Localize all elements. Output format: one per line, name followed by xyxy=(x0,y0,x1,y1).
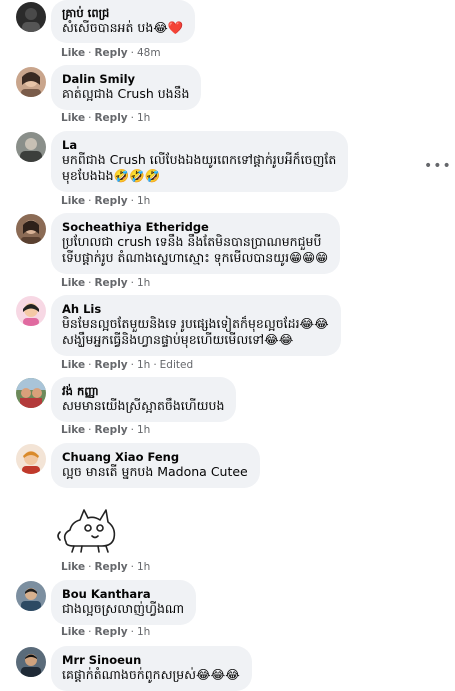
comment-actions: Like · Reply · 48m xyxy=(61,47,161,59)
comment-time[interactable]: 1h xyxy=(137,561,150,573)
like-button[interactable]: Like xyxy=(61,47,85,59)
comment-text: ជាងល្អចស្រលាញ់ហ្វីងណា xyxy=(62,601,185,616)
comment-bubble: Ah Lis មិនមែនល្អចតែមួយនិងទេ រូបផ្សេងទៀតក… xyxy=(51,295,341,356)
more-options-icon[interactable]: ••• xyxy=(424,158,452,174)
comment-text: ល្អច មានតើ ម្នកបង Madona Cutee xyxy=(62,464,248,479)
reply-button[interactable]: Reply xyxy=(94,47,127,59)
like-button[interactable]: Like xyxy=(61,561,85,573)
comment-text-line: មុខបែងឯង🤣🤣🤣 xyxy=(62,168,161,183)
avatar[interactable] xyxy=(16,296,46,326)
comment-text: គាត់ល្អជាង Crush បងនឹង xyxy=(62,86,190,101)
avatar[interactable] xyxy=(16,132,46,162)
comment-bubble: Socheathiya Etheridge ប្រហែលជា crush ទេន… xyxy=(51,213,341,274)
comment-bubble: Bou Kanthara ជាងល្អចស្រលាញ់ហ្វីងណា xyxy=(51,580,197,625)
comment-time[interactable]: 1h xyxy=(137,112,150,124)
comment-author[interactable]: Bou Kanthara xyxy=(62,587,184,601)
like-button[interactable]: Like xyxy=(61,424,85,436)
comment-time[interactable]: 1h xyxy=(137,626,150,638)
comment-time[interactable]: 1h xyxy=(137,424,150,436)
comment-time[interactable]: 1h xyxy=(137,359,150,371)
comment-actions: Like · Reply · 1h xyxy=(61,561,151,573)
like-button[interactable]: Like xyxy=(61,359,85,371)
comment-actions: Like · Reply · 1h xyxy=(61,112,151,124)
comment-text: គេផ្ដាក់តំណាងចក់ពូកសម្រស់😂😂😂 xyxy=(62,667,240,682)
like-button[interactable]: Like xyxy=(61,112,85,124)
reply-button[interactable]: Reply xyxy=(94,112,127,124)
reply-button[interactable]: Reply xyxy=(94,195,127,207)
edited-label[interactable]: Edited xyxy=(160,359,193,371)
avatar[interactable] xyxy=(16,214,46,244)
comment-text-line: មិនមែនល្អចតែមួយនិងទេ រូបផ្សេងទៀតក៏មុខល្អ… xyxy=(62,316,329,331)
comment-text-line: ប្រហែលជា crush ទេនឹង នឹងតែមិនបានប្រាណមកជ… xyxy=(62,234,322,249)
comment-bubble: La មកពីជាង Crush លើបែងឯងយូរពេកទៅផ្ដាក់រូ… xyxy=(51,131,349,192)
comment-author[interactable]: La xyxy=(62,138,336,152)
comment-text: សមមានយើងស្រីស្អាតចឹងហើយបង xyxy=(62,398,225,413)
comment-actions: Like · Reply · 1h xyxy=(61,277,151,289)
avatar[interactable] xyxy=(16,647,46,677)
comment-time[interactable]: 1h xyxy=(137,195,150,207)
avatar[interactable] xyxy=(16,378,46,408)
cat-sticker-icon[interactable] xyxy=(54,496,126,556)
avatar[interactable] xyxy=(16,2,46,32)
comment-author[interactable]: Ah Lis xyxy=(62,302,329,316)
comment-text-line: មកពីជាង Crush លើបែងឯងយូរពេកទៅផ្ដាក់រូបអី… xyxy=(62,152,337,167)
reply-button[interactable]: Reply xyxy=(94,277,127,289)
comment-bubble: Dalin Smily គាត់ល្អជាង Crush បងនឹង xyxy=(51,65,202,110)
comment-author[interactable]: វង់ កញ្ញា xyxy=(62,384,224,398)
comment-time[interactable]: 1h xyxy=(137,277,150,289)
reply-button[interactable]: Reply xyxy=(94,359,127,371)
avatar[interactable] xyxy=(16,444,46,474)
comment-bubble: Mrr Sinoeun គេផ្ដាក់តំណាងចក់ពូកសម្រស់😂😂😂 xyxy=(51,646,252,691)
comment-bubble: គ្រាប់ ពេជ្រ សំសើចបានអត់ បង😂❤️ xyxy=(51,0,196,43)
comment-author[interactable]: Mrr Sinoeun xyxy=(62,653,240,667)
comment-actions: Like · Reply · 1h · Edited xyxy=(61,359,194,371)
avatar[interactable] xyxy=(16,67,46,97)
like-button[interactable]: Like xyxy=(61,195,85,207)
comment-text-line: ទើបផ្ដាក់រូប តំណាងស្នេហាស្មោះ ទុកមើលបានយ… xyxy=(62,250,329,265)
comment-actions: Like · Reply · 1h xyxy=(61,626,151,638)
comment-time[interactable]: 48m xyxy=(137,47,161,59)
like-button[interactable]: Like xyxy=(61,277,85,289)
comment-actions: Like · Reply · 1h xyxy=(61,195,151,207)
comment-bubble: Chuang Xiao Feng ល្អច មានតើ ម្នកបង Madon… xyxy=(51,443,260,488)
like-button[interactable]: Like xyxy=(61,626,85,638)
reply-button[interactable]: Reply xyxy=(94,424,127,436)
reply-button[interactable]: Reply xyxy=(94,561,127,573)
comment-author[interactable]: Socheathiya Etheridge xyxy=(62,220,328,234)
comment-text-line: សង្ឃឹមអ្នកធ្វើនិងហ្វានផ្ទាប់មុខហើយមើលទៅ😂… xyxy=(62,332,294,347)
comment-author[interactable]: Dalin Smily xyxy=(62,72,189,86)
comment-actions: Like · Reply · 1h xyxy=(61,424,151,436)
comment-author[interactable]: គ្រាប់ ពេជ្រ xyxy=(62,6,183,20)
reply-button[interactable]: Reply xyxy=(94,626,127,638)
comment-bubble: វង់ កញ្ញា សមមានយើងស្រីស្អាតចឹងហើយបង xyxy=(51,377,237,422)
comment-author[interactable]: Chuang Xiao Feng xyxy=(62,450,248,464)
comment-text: សំសើចបានអត់ បង😂❤️ xyxy=(62,20,184,35)
avatar[interactable] xyxy=(16,581,46,611)
